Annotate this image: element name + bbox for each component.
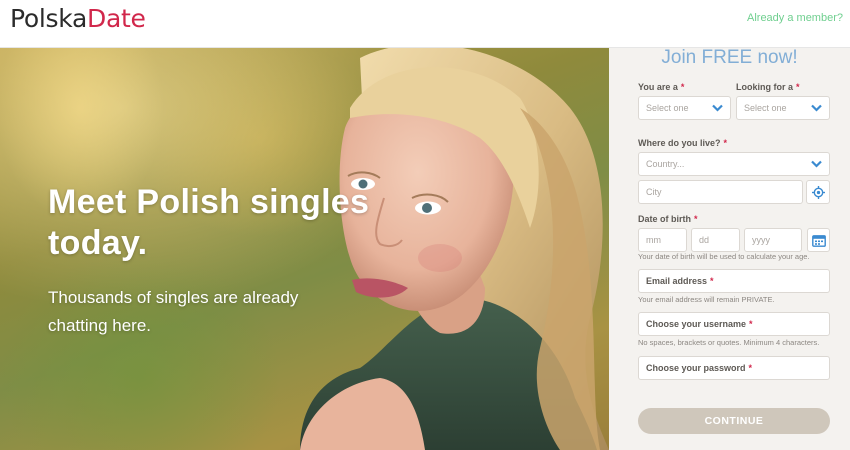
- email-label-text: Email address: [646, 276, 708, 286]
- signup-form: Join FREE now! You are a * Select one Loo…: [609, 47, 850, 450]
- you-are-select[interactable]: Select one: [638, 96, 731, 120]
- dob-label: Date of birth *: [638, 214, 698, 224]
- required-marker: *: [710, 276, 714, 286]
- chevron-down-icon: [811, 160, 822, 168]
- dob-year-input[interactable]: yyyy: [744, 228, 802, 252]
- looking-for-select[interactable]: Select one: [736, 96, 830, 120]
- city-placeholder: City: [646, 187, 662, 197]
- email-label: Email address *: [646, 276, 714, 286]
- username-hint: No spaces, brackets or quotes. Minimum 4…: [638, 338, 820, 347]
- continue-button[interactable]: CONTINUE: [638, 408, 830, 434]
- looking-for-placeholder: Select one: [744, 103, 787, 113]
- dob-hint: Your date of birth will be used to calcu…: [638, 252, 810, 261]
- you-are-label-text: You are a: [638, 82, 678, 92]
- dob-month-placeholder: mm: [646, 235, 661, 245]
- password-label: Choose your password *: [646, 363, 752, 373]
- required-marker: *: [694, 214, 698, 224]
- required-marker: *: [796, 82, 800, 92]
- looking-for-label-text: Looking for a: [736, 82, 793, 92]
- username-label-text: Choose your username: [646, 319, 747, 329]
- country-placeholder: Country...: [646, 159, 685, 169]
- where-label: Where do you live? *: [638, 138, 727, 148]
- username-input[interactable]: Choose your username *: [638, 312, 830, 336]
- you-are-label: You are a *: [638, 82, 684, 92]
- form-title: Join FREE now!: [661, 47, 798, 68]
- site-logo[interactable]: PolskaDate: [10, 4, 146, 33]
- site-header: PolskaDate Already a member?: [0, 0, 850, 48]
- looking-for-label: Looking for a *: [736, 82, 800, 92]
- locate-me-button[interactable]: [806, 180, 830, 204]
- password-input[interactable]: Choose your password *: [638, 356, 830, 380]
- already-member-link[interactable]: Already a member?: [747, 12, 843, 24]
- logo-text-date: Date: [87, 4, 146, 33]
- required-marker: *: [680, 82, 685, 92]
- country-select[interactable]: Country...: [638, 152, 830, 176]
- email-hint: Your email address will remain PRIVATE.: [638, 295, 775, 304]
- email-input[interactable]: Email address *: [638, 269, 830, 293]
- dob-label-text: Date of birth: [638, 214, 691, 224]
- required-marker: *: [749, 319, 753, 329]
- hero-subheadline: Thousands of singles are already chattin…: [48, 288, 299, 335]
- calendar-button[interactable]: [807, 228, 830, 252]
- chevron-down-icon: [712, 104, 723, 112]
- calendar-icon: [812, 235, 826, 247]
- chevron-down-icon: [811, 104, 822, 112]
- password-label-text: Choose your password: [646, 363, 746, 373]
- dob-month-input[interactable]: mm: [638, 228, 687, 252]
- username-label: Choose your username *: [646, 319, 753, 329]
- dob-day-input[interactable]: dd: [691, 228, 740, 252]
- required-marker: *: [723, 138, 728, 148]
- hero-section: Meet Polish singles today. Thousands of …: [0, 48, 609, 450]
- location-target-icon: [812, 186, 825, 199]
- where-label-text: Where do you live?: [638, 138, 721, 148]
- dob-day-placeholder: dd: [699, 235, 710, 245]
- logo-text-polska: Polska: [10, 4, 88, 33]
- dob-year-placeholder: yyyy: [752, 235, 770, 245]
- required-marker: *: [748, 363, 753, 373]
- city-input[interactable]: City: [638, 180, 803, 204]
- hero-headline: Meet Polish singles today.: [48, 183, 370, 262]
- you-are-placeholder: Select one: [646, 103, 689, 113]
